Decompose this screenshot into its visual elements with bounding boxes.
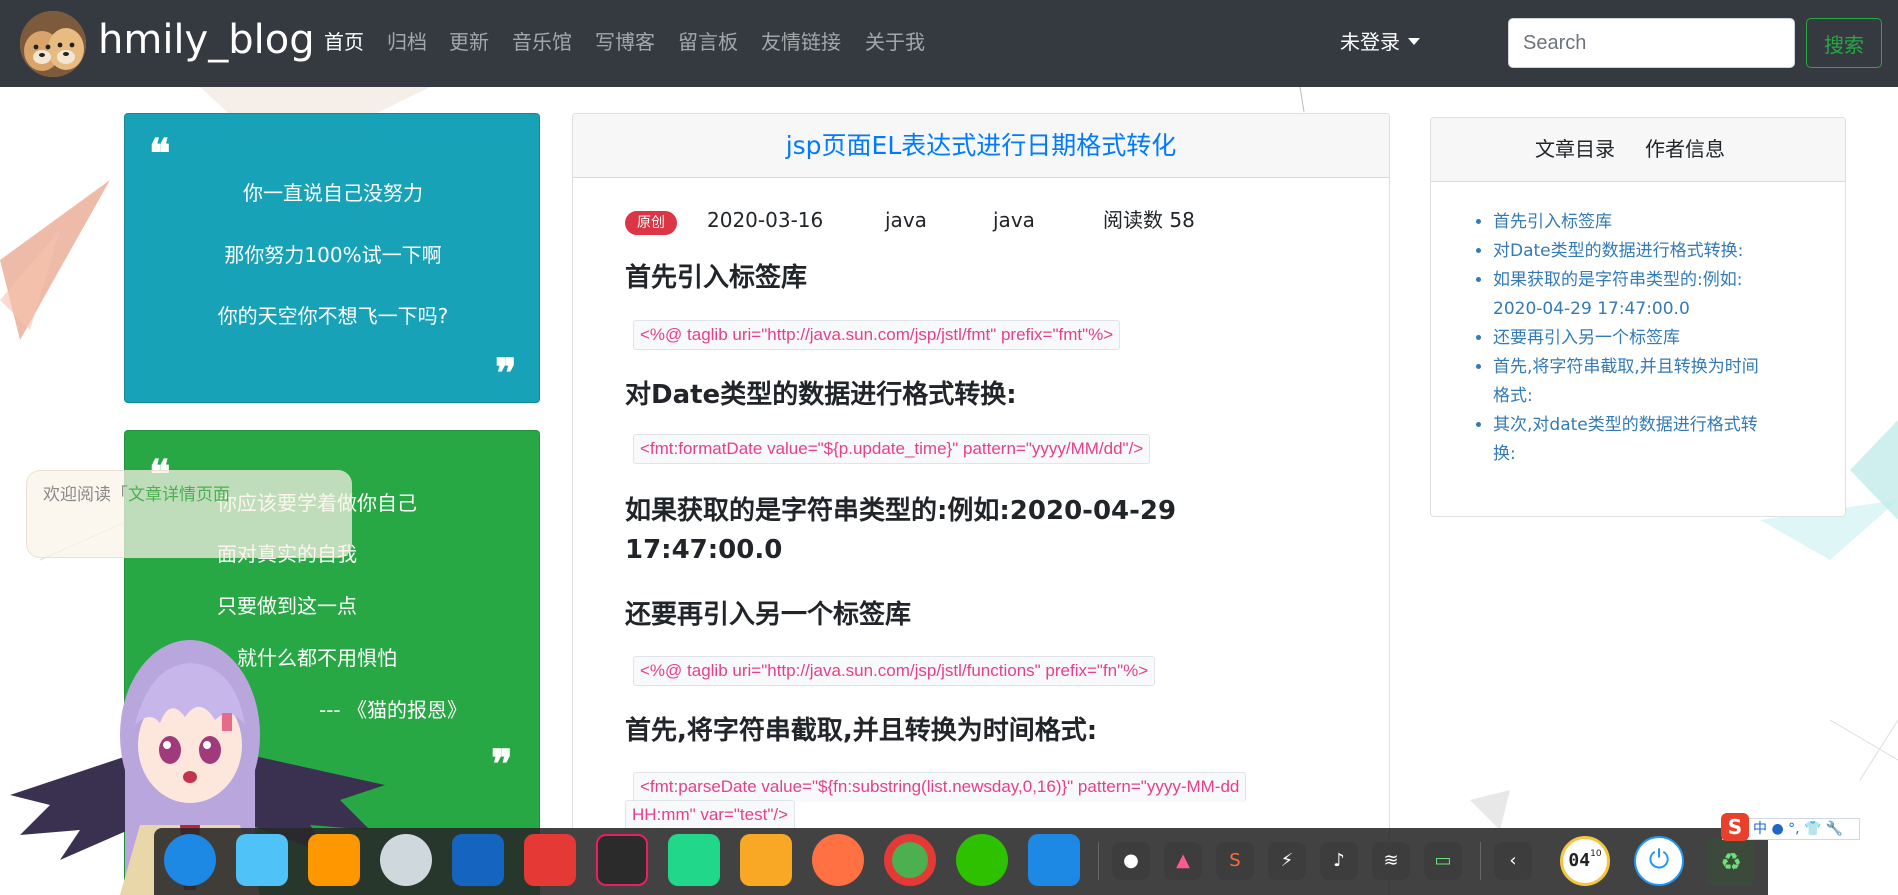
- toc-item-label: 换:: [1493, 444, 1516, 464]
- dock-separator: [1098, 842, 1099, 880]
- tab-author-info[interactable]: 作者信息: [1645, 135, 1725, 163]
- typora-icon[interactable]: [1028, 834, 1080, 886]
- code-snippet: <%@ taglib uri="http://java.sun.com/jsp/…: [633, 656, 1156, 686]
- toc-item[interactable]: 其次,对date类型的数据进行格式转换:: [1493, 411, 1813, 469]
- quote-open-icon: ❝: [149, 130, 171, 177]
- quote-card-1: ❝ 你一直说自己没努力 那你努力100%试一下啊 你的天空你不想飞一下吗? ❞: [124, 113, 540, 403]
- code-snippet: <fmt:formatDate value="${p.update_time}"…: [633, 434, 1151, 464]
- toc-item[interactable]: 首先引入标签库: [1493, 208, 1813, 237]
- welcome-highlight: 文章详情页面: [128, 485, 230, 505]
- toc-item[interactable]: 还要再引入另一个标签库: [1493, 324, 1813, 353]
- nav-home[interactable]: 首页: [324, 28, 364, 56]
- welcome-prefix: 欢迎阅读「: [43, 485, 128, 505]
- toc-item[interactable]: 对Date类型的数据进行格式转换:: [1493, 237, 1813, 266]
- brand-avatar[interactable]: [20, 11, 86, 77]
- toc-list: 首先引入标签库 对Date类型的数据进行格式转换: 如果获取的是字符串类型的:例…: [1493, 208, 1813, 469]
- section-heading: 如果获取的是字符串类型的:例如:2020-04-29: [625, 496, 1177, 526]
- toc-item-label: 格式:: [1493, 386, 1533, 406]
- usb-icon[interactable]: ⚡: [1268, 842, 1306, 880]
- article-date: 2020-03-16: [707, 208, 824, 232]
- search-input[interactable]: [1508, 18, 1795, 68]
- clock-hour: 04: [1568, 850, 1591, 871]
- firefox-icon[interactable]: [812, 834, 864, 886]
- code-snippet: <fmt:parseDate value="${fn:substring(lis…: [633, 772, 1247, 802]
- tab-toc[interactable]: 文章目录: [1535, 135, 1615, 163]
- netease-music-icon[interactable]: [524, 834, 576, 886]
- clock-minute: 10: [1590, 849, 1602, 859]
- video-player-icon[interactable]: [452, 834, 504, 886]
- toc-item[interactable]: 如果获取的是字符串类型的:例如: 2020-04-29 17:47:00.0: [1493, 266, 1813, 324]
- toc-header: 文章目录 作者信息: [1431, 118, 1845, 182]
- nav-write-blog[interactable]: 写博客: [595, 28, 655, 56]
- toc-item-label: 还要再引入另一个标签库: [1493, 328, 1680, 348]
- sogou-ime-icon[interactable]: S: [1721, 813, 1749, 841]
- article-tag[interactable]: java: [993, 206, 1035, 234]
- deepin-launcher-icon[interactable]: [164, 834, 216, 886]
- article-read-count: 阅读数 58: [1103, 208, 1195, 232]
- toc-item-label: 其次,对date类型的数据进行格式转: [1493, 415, 1758, 435]
- user-dropdown-label: 未登录: [1340, 30, 1400, 54]
- original-badge: 原创: [625, 211, 677, 235]
- clock-widget[interactable]: 0410: [1560, 836, 1610, 886]
- section-heading: 17:47:00.0: [625, 535, 783, 565]
- battery-icon[interactable]: ▭: [1424, 842, 1462, 880]
- settings-icon[interactable]: [380, 834, 432, 886]
- trash-icon[interactable]: ♻: [1708, 838, 1754, 886]
- quote-line: 你的天空你不想飞一下吗?: [217, 304, 449, 328]
- caret-down-icon: [1408, 38, 1420, 45]
- user-dropdown[interactable]: 未登录: [1340, 28, 1420, 56]
- app-store-icon[interactable]: [308, 834, 360, 886]
- toc-card: 文章目录 作者信息 首先引入标签库 对Date类型的数据进行格式转换: 如果获取…: [1430, 117, 1846, 517]
- article-category[interactable]: java: [885, 206, 927, 234]
- wechat-icon[interactable]: [956, 834, 1008, 886]
- nav-about[interactable]: 关于我: [865, 28, 925, 56]
- toc-item-label: 首先引入标签库: [1493, 212, 1612, 232]
- toc-item-label: 对Date类型的数据进行格式转换:: [1493, 241, 1744, 261]
- welcome-text: 欢迎阅读「文章详情页面: [43, 483, 230, 507]
- quote-line: 那你努力100%试一下啊: [224, 243, 442, 267]
- tray-wechat-icon[interactable]: ●: [1112, 842, 1150, 880]
- section-heading: 还要再引入另一个标签库: [625, 600, 912, 630]
- intellij-idea-icon[interactable]: [596, 834, 648, 886]
- ime-status: 中 ● °, 👕 🔧: [1753, 821, 1844, 837]
- nav-updates[interactable]: 更新: [449, 28, 489, 56]
- welcome-bubble: 欢迎阅读「文章详情页面: [26, 470, 352, 558]
- quote-line: 你一直说自己没努力: [243, 181, 423, 205]
- code-snippet: <%@ taglib uri="http://java.sun.com/jsp/…: [633, 320, 1121, 350]
- toc-item[interactable]: 首先,将字符串截取,并且转换为时间格式:: [1493, 353, 1813, 411]
- desktop-dock: ● ▲ S ⚡ ♪ ≋ ▭ ‹ 0410 ⏻ ♻: [154, 828, 1768, 895]
- volume-icon[interactable]: ♪: [1320, 842, 1358, 880]
- section-heading: 首先引入标签库: [625, 263, 808, 293]
- search-button[interactable]: 搜索: [1806, 18, 1882, 68]
- article-title[interactable]: jsp页面EL表达式进行日期格式转化: [786, 130, 1177, 162]
- nav-archive[interactable]: 归档: [387, 28, 427, 56]
- quote-close-icon: ❞: [495, 350, 517, 397]
- dock-separator: [1480, 842, 1481, 880]
- virtualbox-icon[interactable]: [740, 834, 792, 886]
- chrome-icon[interactable]: [884, 834, 936, 886]
- file-manager-icon[interactable]: [236, 834, 288, 886]
- power-icon[interactable]: ⏻: [1634, 836, 1684, 886]
- code-snippet: HH:mm" var="test"/>: [625, 800, 796, 830]
- article-card: jsp页面EL表达式进行日期格式转化 原创 2020-03-16 java ja…: [572, 113, 1390, 895]
- brand-name[interactable]: hmily_blog: [98, 14, 315, 66]
- wifi-icon[interactable]: ≋: [1372, 842, 1410, 880]
- quote-line: 只要做到这一点: [217, 594, 357, 618]
- article-header: jsp页面EL表达式进行日期格式转化: [573, 114, 1389, 178]
- ime-status-bar[interactable]: S 中 ● °, 👕 🔧: [1721, 813, 1860, 841]
- toc-item-label: 如果获取的是字符串类型的:例如:: [1493, 270, 1743, 290]
- nav-guestbook[interactable]: 留言板: [678, 28, 738, 56]
- tray-flame-icon[interactable]: ▲: [1164, 842, 1202, 880]
- section-heading: 对Date类型的数据进行格式转换:: [625, 380, 1017, 410]
- nav-friend-links[interactable]: 友情链接: [761, 28, 841, 56]
- quote-close-icon: ❞: [491, 741, 513, 788]
- toc-item-label: 2020-04-29 17:47:00.0: [1493, 299, 1690, 319]
- toc-item-label: 首先,将字符串截取,并且转换为时间: [1493, 357, 1759, 377]
- tray-sogou-icon[interactable]: S: [1216, 842, 1254, 880]
- nav-music[interactable]: 音乐馆: [512, 28, 572, 56]
- top-navbar: hmily_blog 首页 归档 更新 音乐馆 写博客 留言板 友情链接 关于我…: [0, 0, 1898, 87]
- chevron-left-icon[interactable]: ‹: [1494, 842, 1532, 880]
- pycharm-icon[interactable]: [668, 834, 720, 886]
- section-heading: 首先,将字符串截取,并且转换为时间格式:: [625, 716, 1098, 746]
